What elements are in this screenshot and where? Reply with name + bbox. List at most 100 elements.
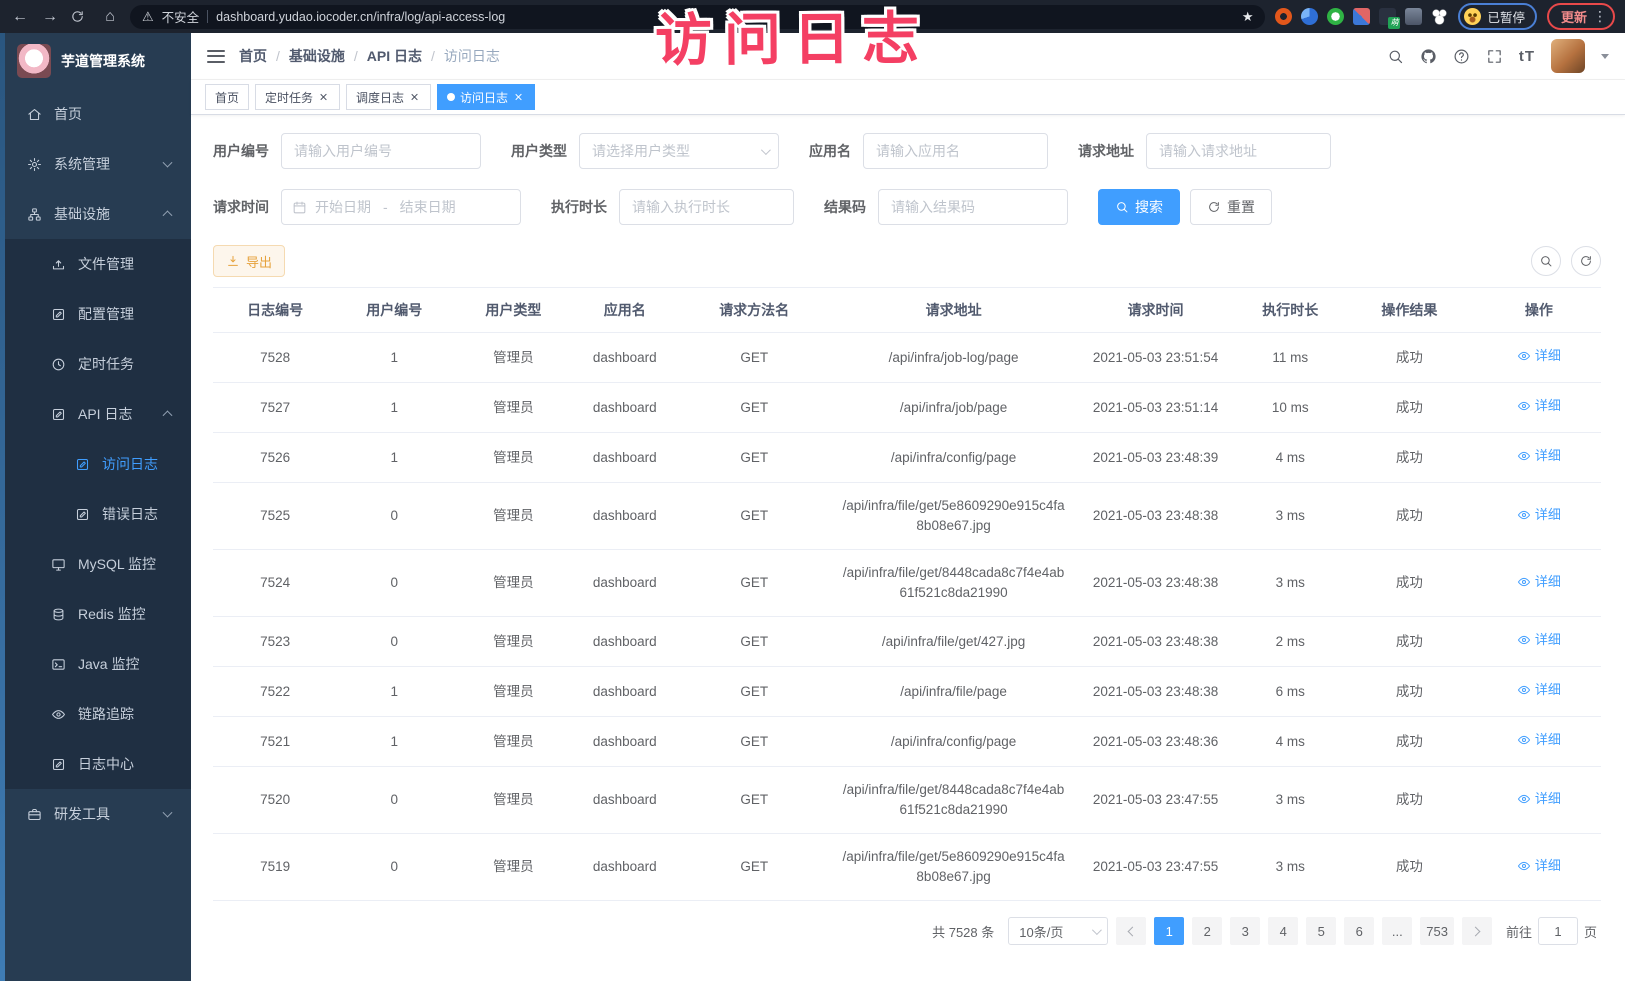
- header-search-icon[interactable]: [1387, 48, 1404, 65]
- table-cell: 7527: [213, 383, 337, 433]
- reset-button[interactable]: 重置: [1190, 189, 1272, 225]
- breadcrumb-item[interactable]: 基础设施: [289, 46, 345, 66]
- filter-label-user-id: 用户编号: [213, 141, 269, 161]
- chevron-up-icon: [163, 410, 173, 420]
- bookmark-star-icon[interactable]: ★: [1242, 9, 1254, 25]
- sidebar-item-access-log[interactable]: 访问日志: [5, 439, 191, 489]
- profile-paused-chip[interactable]: 已暂停: [1458, 3, 1537, 30]
- tab-scheduled-jobs[interactable]: 定时任务: [255, 84, 340, 110]
- page-button-6[interactable]: 6: [1344, 917, 1374, 945]
- close-icon[interactable]: [409, 91, 421, 103]
- request-time-range-picker[interactable]: 开始日期 - 结束日期: [281, 189, 521, 225]
- page-button-3[interactable]: 3: [1230, 917, 1260, 945]
- sidebar-item-system-management[interactable]: 系统管理: [5, 139, 191, 189]
- page-button-4[interactable]: 4: [1268, 917, 1298, 945]
- sidebar-item-scheduled-jobs[interactable]: 定时任务: [5, 339, 191, 389]
- app-name-input[interactable]: [863, 133, 1048, 169]
- page-button-753[interactable]: 753: [1420, 917, 1454, 945]
- user-id-input[interactable]: [281, 133, 481, 169]
- fullscreen-icon[interactable]: [1486, 48, 1503, 65]
- table-refresh-button[interactable]: [1571, 246, 1601, 276]
- table-cell: 4 ms: [1238, 433, 1342, 483]
- sidebar-item-config-management[interactable]: 配置管理: [5, 289, 191, 339]
- table-cell: 7522: [213, 667, 337, 717]
- table-cell: /api/infra/file/get/5e8609290e915c4fa8b0…: [834, 483, 1072, 550]
- extension-green-icon[interactable]: [1327, 8, 1344, 25]
- sidebar-item-log-center[interactable]: 日志中心: [5, 739, 191, 789]
- hamburger-icon[interactable]: [207, 50, 225, 63]
- github-icon[interactable]: [1420, 48, 1437, 65]
- breadcrumb-item[interactable]: 首页: [239, 46, 267, 66]
- tab-job-log[interactable]: 调度日志: [346, 84, 431, 110]
- table-cell: 2 ms: [1238, 617, 1342, 667]
- font-size-icon[interactable]: tT: [1519, 48, 1535, 65]
- request-url-input[interactable]: [1146, 133, 1331, 169]
- user-avatar[interactable]: [1551, 39, 1585, 73]
- browser-menu-icon[interactable]: ⋮: [1593, 8, 1607, 25]
- detail-link[interactable]: 详细: [1517, 730, 1561, 750]
- update-button[interactable]: 更新 ⋮: [1547, 3, 1615, 30]
- table-cell: GET: [674, 433, 835, 483]
- detail-link[interactable]: 详细: [1517, 572, 1561, 592]
- page-button-2[interactable]: 2: [1192, 917, 1222, 945]
- back-icon[interactable]: ←: [10, 9, 30, 25]
- sidebar-item-api-log[interactable]: API 日志: [5, 389, 191, 439]
- sidebar-menu: 首页系统管理基础设施文件管理配置管理定时任务API 日志访问日志错误日志MySQ…: [5, 89, 191, 839]
- detail-link[interactable]: 详细: [1517, 505, 1561, 525]
- tab-access-log[interactable]: 访问日志: [437, 84, 535, 110]
- reload-icon[interactable]: [70, 9, 90, 24]
- close-icon[interactable]: [318, 91, 330, 103]
- sidebar-item-java-monitor[interactable]: Java 监控: [5, 639, 191, 689]
- page-size-select[interactable]: 10条/页: [1008, 917, 1108, 945]
- address-bar[interactable]: ⚠ 不安全 dashboard.yudao.iocoder.cn/infra/l…: [130, 5, 1265, 29]
- extension-shield-icon[interactable]: [1301, 8, 1318, 25]
- sidebar-item-trace[interactable]: 链路追踪: [5, 689, 191, 739]
- view-icon: [1517, 633, 1531, 647]
- detail-link[interactable]: 详细: [1517, 789, 1561, 809]
- tab-home[interactable]: 首页: [205, 84, 249, 110]
- extension-orange-icon[interactable]: [1275, 8, 1292, 25]
- user-type-select[interactable]: 请选择用户类型: [579, 133, 779, 169]
- prev-page-button[interactable]: [1116, 917, 1146, 945]
- sidebar-item-home[interactable]: 首页: [5, 89, 191, 139]
- extension-gray-icon[interactable]: [1405, 8, 1422, 25]
- search-button[interactable]: 搜索: [1098, 189, 1180, 225]
- close-icon[interactable]: [513, 91, 525, 103]
- page-ellipsis[interactable]: ...: [1382, 917, 1412, 945]
- result-code-input[interactable]: [878, 189, 1068, 225]
- detail-link[interactable]: 详细: [1517, 446, 1561, 466]
- sidebar-item-infrastructure[interactable]: 基础设施: [5, 189, 191, 239]
- table-cell: 7520: [213, 767, 337, 834]
- refresh-icon: [1207, 200, 1221, 214]
- detail-link[interactable]: 详细: [1517, 856, 1561, 876]
- app-logo[interactable]: 芋道管理系统: [5, 33, 191, 89]
- detail-link[interactable]: 详细: [1517, 346, 1561, 366]
- sidebar-item-file-management[interactable]: 文件管理: [5, 239, 191, 289]
- help-icon[interactable]: [1453, 48, 1470, 65]
- search-icon: [1539, 254, 1553, 268]
- avatar-caret-icon[interactable]: [1601, 54, 1609, 63]
- extension-grid-icon[interactable]: [1353, 8, 1370, 25]
- not-secure-warning-icon: ⚠: [142, 9, 154, 25]
- extensions-puzzle-icon[interactable]: [1431, 8, 1448, 25]
- detail-link[interactable]: 详细: [1517, 680, 1561, 700]
- page-button-1[interactable]: 1: [1154, 917, 1184, 945]
- duration-input[interactable]: [619, 189, 794, 225]
- goto-page-input[interactable]: [1538, 917, 1578, 945]
- breadcrumb-item[interactable]: API 日志: [367, 46, 422, 66]
- page-button-5[interactable]: 5: [1306, 917, 1336, 945]
- sidebar-item-mysql-monitor[interactable]: MySQL 监控: [5, 539, 191, 589]
- sidebar-item-error-log[interactable]: 错误日志: [5, 489, 191, 539]
- next-page-button[interactable]: [1462, 917, 1492, 945]
- trace-icon: [51, 707, 66, 722]
- sidebar-item-redis-monitor[interactable]: Redis 监控: [5, 589, 191, 639]
- sidebar-item-dev-tools[interactable]: 研发工具: [5, 789, 191, 839]
- forward-icon[interactable]: →: [40, 9, 60, 25]
- detail-link[interactable]: 详细: [1517, 630, 1561, 650]
- redis-monitor-icon: [51, 607, 66, 622]
- browser-home-icon[interactable]: ⌂: [100, 9, 120, 25]
- export-button[interactable]: 导出: [213, 245, 285, 277]
- page-unit-label: 页: [1584, 922, 1597, 941]
- toggle-search-button[interactable]: [1531, 246, 1561, 276]
- detail-link[interactable]: 详细: [1517, 396, 1561, 416]
